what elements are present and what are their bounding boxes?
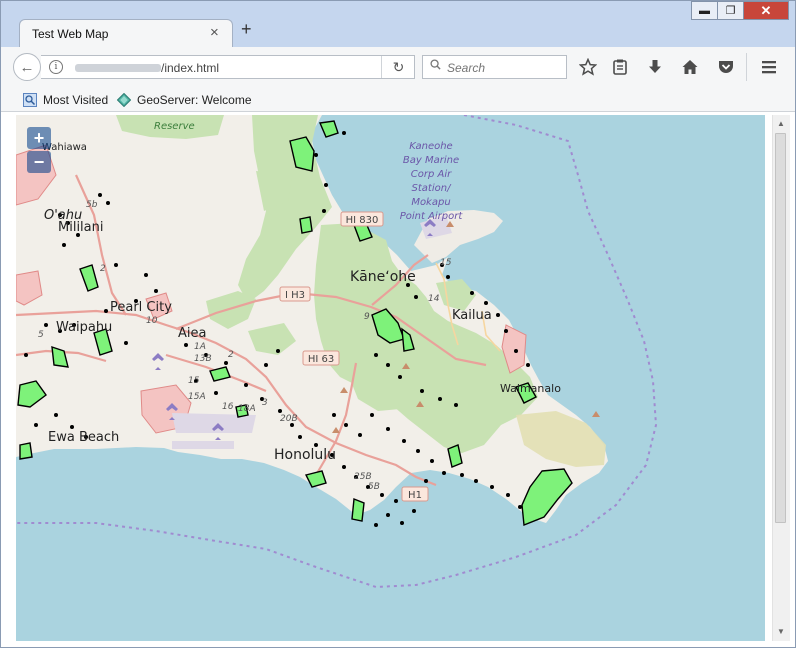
url-bar[interactable]: i /index.html ↻	[41, 55, 415, 79]
url-redacted-host	[75, 64, 161, 72]
toolbar-separator	[746, 53, 747, 81]
vertical-scrollbar[interactable]: ▲ ▼	[772, 115, 790, 641]
hamburger-menu-icon	[762, 61, 776, 74]
label-marine-line-3: Corp Air	[411, 169, 452, 180]
bookmark-label: GeoServer: Welcome	[137, 93, 252, 107]
maximize-button[interactable]: ❐	[717, 1, 744, 20]
label-waipahu: Waipahu	[56, 320, 112, 335]
route-9: 9	[364, 312, 370, 322]
shield-ih3: I H3	[285, 290, 305, 301]
scroll-up-arrow-icon[interactable]: ▲	[777, 119, 785, 128]
label-marine-line-5: Mokapu	[411, 197, 450, 208]
zoom-in-button[interactable]: +	[27, 127, 51, 149]
bookmarks-toolbar: Most Visited GeoServer: Welcome	[1, 87, 795, 112]
download-arrow-icon	[649, 60, 661, 73]
route-1a: 1A	[194, 342, 206, 352]
search-bar[interactable]	[422, 55, 567, 79]
tab-bar: Test Web Map × + ▬ ❐ ✕	[1, 1, 795, 47]
label-mililani: Mililani	[58, 220, 103, 235]
route-15: 15	[188, 376, 200, 386]
search-icon	[430, 59, 441, 70]
route-5b-2: 5B	[368, 482, 380, 492]
label-marine-line-6: Point Airport	[400, 211, 464, 222]
label-reserve: Reserve	[154, 121, 195, 132]
label-pearl-city: Pearl City	[110, 300, 172, 315]
shield-h1: H1	[408, 490, 422, 501]
map-canvas[interactable]: Reserve Wahiawa O'ahu Mililani Pearl Cit…	[16, 115, 765, 641]
home-icon	[682, 60, 698, 74]
map-viewport[interactable]: Reserve Wahiawa O'ahu Mililani Pearl Cit…	[16, 115, 765, 641]
home-button[interactable]	[678, 55, 702, 79]
route-10: 10	[146, 316, 158, 326]
route-20b: 20B	[280, 414, 298, 424]
nav-bar: ← i /index.html ↻	[1, 47, 795, 88]
tab-test-web-map[interactable]: Test Web Map ×	[19, 19, 233, 47]
shield-hi830: HI 830	[346, 215, 379, 226]
label-marine-line-4: Station/	[412, 183, 453, 194]
route-14: 14	[428, 294, 440, 304]
label-marine-line-2: Bay Marine	[403, 155, 459, 166]
info-icon[interactable]: i	[49, 60, 63, 74]
route-16: 16	[222, 402, 234, 412]
minimize-button[interactable]: ▬	[691, 1, 718, 20]
route-15a: 15A	[188, 392, 206, 402]
route-25b: 25B	[354, 472, 372, 482]
label-ewa-beach: Ewa Beach	[48, 430, 119, 445]
zoom-out-button[interactable]: −	[27, 151, 51, 173]
label-aiea: Aiea	[178, 326, 206, 341]
route-13b: 13B	[194, 354, 212, 364]
menu-button[interactable]	[757, 55, 781, 79]
geoserver-globe-icon	[117, 93, 131, 107]
scroll-down-arrow-icon[interactable]: ▼	[777, 627, 785, 636]
label-waimanalo: Waimanalo	[500, 382, 561, 395]
tab-title: Test Web Map	[32, 27, 109, 41]
new-tab-button[interactable]: +	[241, 19, 252, 40]
label-kaneohe: Kāneʻohe	[350, 269, 416, 285]
window-controls: ▬ ❐ ✕	[691, 1, 789, 21]
reload-button[interactable]: ↻	[381, 56, 415, 78]
reading-list-button[interactable]	[608, 55, 632, 79]
label-honolulu: Honolulu	[274, 447, 336, 463]
star-icon	[579, 58, 597, 76]
bookmark-label: Most Visited	[43, 93, 109, 107]
label-kailua: Kailua	[452, 308, 492, 323]
reload-icon: ↻	[392, 58, 405, 75]
route-18a: 18A	[238, 404, 256, 414]
route-2b: 2	[228, 350, 234, 360]
bookmark-geoserver[interactable]: GeoServer: Welcome	[117, 91, 252, 109]
search-input[interactable]	[445, 58, 567, 78]
browser-window: Test Web Map × + ▬ ❐ ✕ ← i /index.html ↻	[0, 0, 796, 648]
shield-hi63: HI 63	[308, 354, 334, 365]
back-arrow-icon: ←	[19, 58, 35, 76]
pocket-button[interactable]	[714, 55, 738, 79]
downloads-button[interactable]	[643, 55, 667, 79]
route-5: 5	[38, 330, 44, 340]
bookmark-star-button[interactable]	[576, 55, 600, 79]
back-button[interactable]: ←	[13, 53, 41, 81]
route-15-kaneohe: 15	[440, 258, 452, 268]
clipboard-icon	[613, 59, 627, 75]
route-2: 2	[100, 264, 106, 274]
url-text: /index.html	[161, 61, 220, 75]
zoom-control: + −	[27, 127, 51, 175]
most-visited-icon	[23, 93, 37, 107]
bookmark-most-visited[interactable]: Most Visited	[23, 91, 108, 109]
pocket-icon	[719, 61, 733, 73]
route-5b: 5b	[86, 200, 98, 210]
route-3: 3	[262, 398, 268, 408]
label-marine-line-1: Kaneohe	[409, 141, 452, 152]
scrollbar-thumb[interactable]	[775, 133, 786, 523]
close-button[interactable]: ✕	[743, 1, 789, 20]
tab-close-icon[interactable]: ×	[210, 24, 219, 41]
